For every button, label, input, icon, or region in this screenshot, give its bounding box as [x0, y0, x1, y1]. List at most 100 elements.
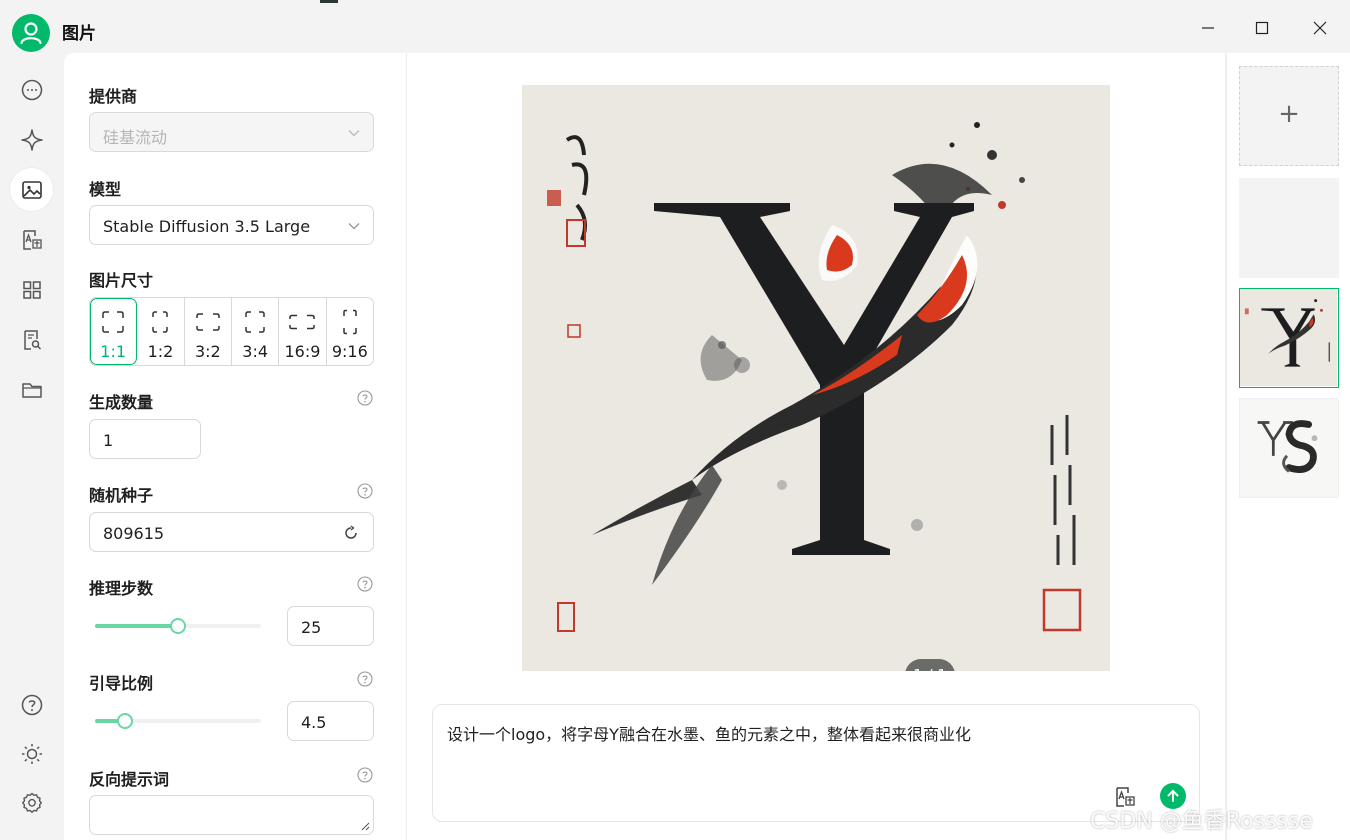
model-select[interactable]: Stable Diffusion 3.5 Large [89, 205, 374, 245]
minimize-icon [1202, 27, 1214, 29]
koi-letter-y-artwork [522, 85, 1110, 671]
plus-icon: + [1278, 99, 1300, 129]
guidance-value: 4.5 [301, 713, 327, 732]
apps-icon [22, 280, 41, 299]
user-icon [20, 22, 42, 45]
maximize-button[interactable] [1236, 3, 1288, 53]
document-search-icon [23, 329, 41, 350]
minimize-button[interactable] [1182, 3, 1234, 53]
arrow-up-icon [1167, 789, 1179, 802]
aspect-wide-icon [196, 313, 220, 331]
generated-image[interactable]: 1 / 1 [522, 85, 1110, 671]
nav-rail [0, 53, 64, 840]
close-button[interactable] [1294, 3, 1346, 53]
settings-icon [21, 792, 42, 813]
maximize-icon [1255, 21, 1269, 35]
image-counter: 1 / 1 [905, 659, 955, 671]
help-icon[interactable] [357, 483, 373, 499]
rail-item-agents[interactable] [10, 118, 53, 161]
image-viewer: 1 / 1 设计一个logo，将字母Y融合在水墨、鱼的元素之中，整体看起来很商业… [407, 53, 1225, 840]
help-icon[interactable] [357, 576, 373, 592]
ys-ink-thumbnail [1240, 399, 1338, 497]
aspect-vertical-icon [343, 309, 357, 335]
gallery-thumbnail[interactable] [1239, 398, 1339, 498]
rail-item-settings[interactable] [10, 781, 53, 824]
negative-prompt-label: 反向提示词 [89, 770, 170, 789]
resize-handle-icon[interactable] [361, 822, 370, 831]
count-label: 生成数量 [89, 393, 154, 412]
image-size-label: 图片尺寸 [89, 271, 154, 290]
rail-item-images[interactable] [10, 168, 53, 211]
aspect-portrait-icon [245, 311, 265, 333]
aspect-tall-icon [152, 311, 169, 333]
steps-slider[interactable] [95, 616, 261, 636]
slider-handle[interactable] [117, 713, 133, 729]
chevron-down-icon [348, 223, 360, 230]
count-value: 1 [103, 431, 114, 450]
size-option-label: 16:9 [284, 342, 321, 361]
size-option-label: 9:16 [331, 342, 368, 361]
refresh-icon[interactable] [343, 525, 359, 541]
size-option-label: 1:2 [147, 342, 174, 361]
steps-input[interactable]: 25 [287, 606, 374, 646]
count-input[interactable]: 1 [89, 419, 201, 459]
gallery-thumbnail[interactable] [1239, 178, 1339, 278]
help-icon[interactable] [357, 671, 373, 687]
steps-label: 推理步数 [89, 579, 154, 598]
size-option-3-4[interactable]: 3:4 [232, 298, 280, 365]
chevron-down-icon [348, 130, 360, 137]
guidance-label: 引导比例 [89, 674, 154, 693]
help-icon[interactable] [357, 390, 373, 406]
sparkle-icon [20, 128, 43, 151]
guidance-input[interactable]: 4.5 [287, 701, 374, 741]
provider-label: 提供商 [89, 87, 138, 106]
model-value: Stable Diffusion 3.5 Large [103, 217, 311, 236]
slider-handle[interactable] [170, 618, 186, 634]
help-icon [21, 694, 42, 715]
image-icon [21, 180, 42, 199]
rail-item-chat[interactable] [10, 68, 53, 111]
translate-icon [22, 229, 42, 250]
slider-fill [95, 624, 178, 628]
size-option-label: 3:4 [242, 342, 269, 361]
theme-icon [21, 743, 42, 764]
negative-prompt-input[interactable] [89, 795, 374, 835]
title-bar: 图片 [0, 3, 1350, 53]
rail-item-files[interactable] [10, 368, 53, 411]
image-size-selector: 1:1 1:2 3:2 3:4 16:9 9:16 [89, 297, 374, 366]
rail-item-theme[interactable] [10, 732, 53, 775]
seed-label: 随机种子 [89, 486, 154, 505]
image-gallery: + [1226, 53, 1350, 840]
folder-icon [21, 382, 42, 398]
watermark-text: CSDN @鱼香Rosssse [1090, 809, 1313, 834]
seed-input[interactable]: 809615 [89, 512, 374, 552]
aspect-landscape-icon [289, 314, 316, 330]
rail-item-help[interactable] [10, 683, 53, 726]
size-option-9-16[interactable]: 9:16 [327, 298, 373, 365]
size-option-1-2[interactable]: 1:2 [137, 298, 185, 365]
settings-panel: 提供商 硅基流动 模型 Stable Diffusion 3.5 Large 图… [64, 53, 407, 840]
seed-value: 809615 [103, 524, 165, 543]
rail-item-translate[interactable] [10, 218, 53, 261]
avatar[interactable] [12, 14, 50, 52]
gallery-thumbnail[interactable] [1239, 288, 1339, 388]
chat-icon [21, 79, 42, 100]
size-option-label: 3:2 [194, 342, 221, 361]
size-option-label: 1:1 [100, 342, 127, 361]
size-option-1-1[interactable]: 1:1 [90, 298, 138, 365]
size-option-16-9[interactable]: 16:9 [279, 298, 327, 365]
steps-value: 25 [301, 618, 322, 637]
help-icon[interactable] [357, 767, 373, 783]
rail-item-apps[interactable] [10, 268, 53, 311]
prompt-input[interactable]: 设计一个logo，将字母Y融合在水墨、鱼的元素之中，整体看起来很商业化 [432, 704, 1200, 822]
koi-letter-y-thumbnail [1240, 289, 1337, 386]
app-window: 图片 提供商 硅基流动 模型 Stable Diffusion 3.5 Larg… [0, 0, 1350, 840]
rail-item-knowledge[interactable] [10, 318, 53, 361]
add-image-button[interactable]: + [1239, 66, 1339, 166]
provider-value: 硅基流动 [103, 128, 168, 147]
prompt-text: 设计一个logo，将字母Y融合在水墨、鱼的元素之中，整体看起来很商业化 [447, 725, 971, 744]
size-option-3-2[interactable]: 3:2 [185, 298, 232, 365]
guidance-slider[interactable] [95, 711, 261, 731]
close-icon [1313, 21, 1327, 35]
provider-select[interactable]: 硅基流动 [89, 112, 374, 152]
